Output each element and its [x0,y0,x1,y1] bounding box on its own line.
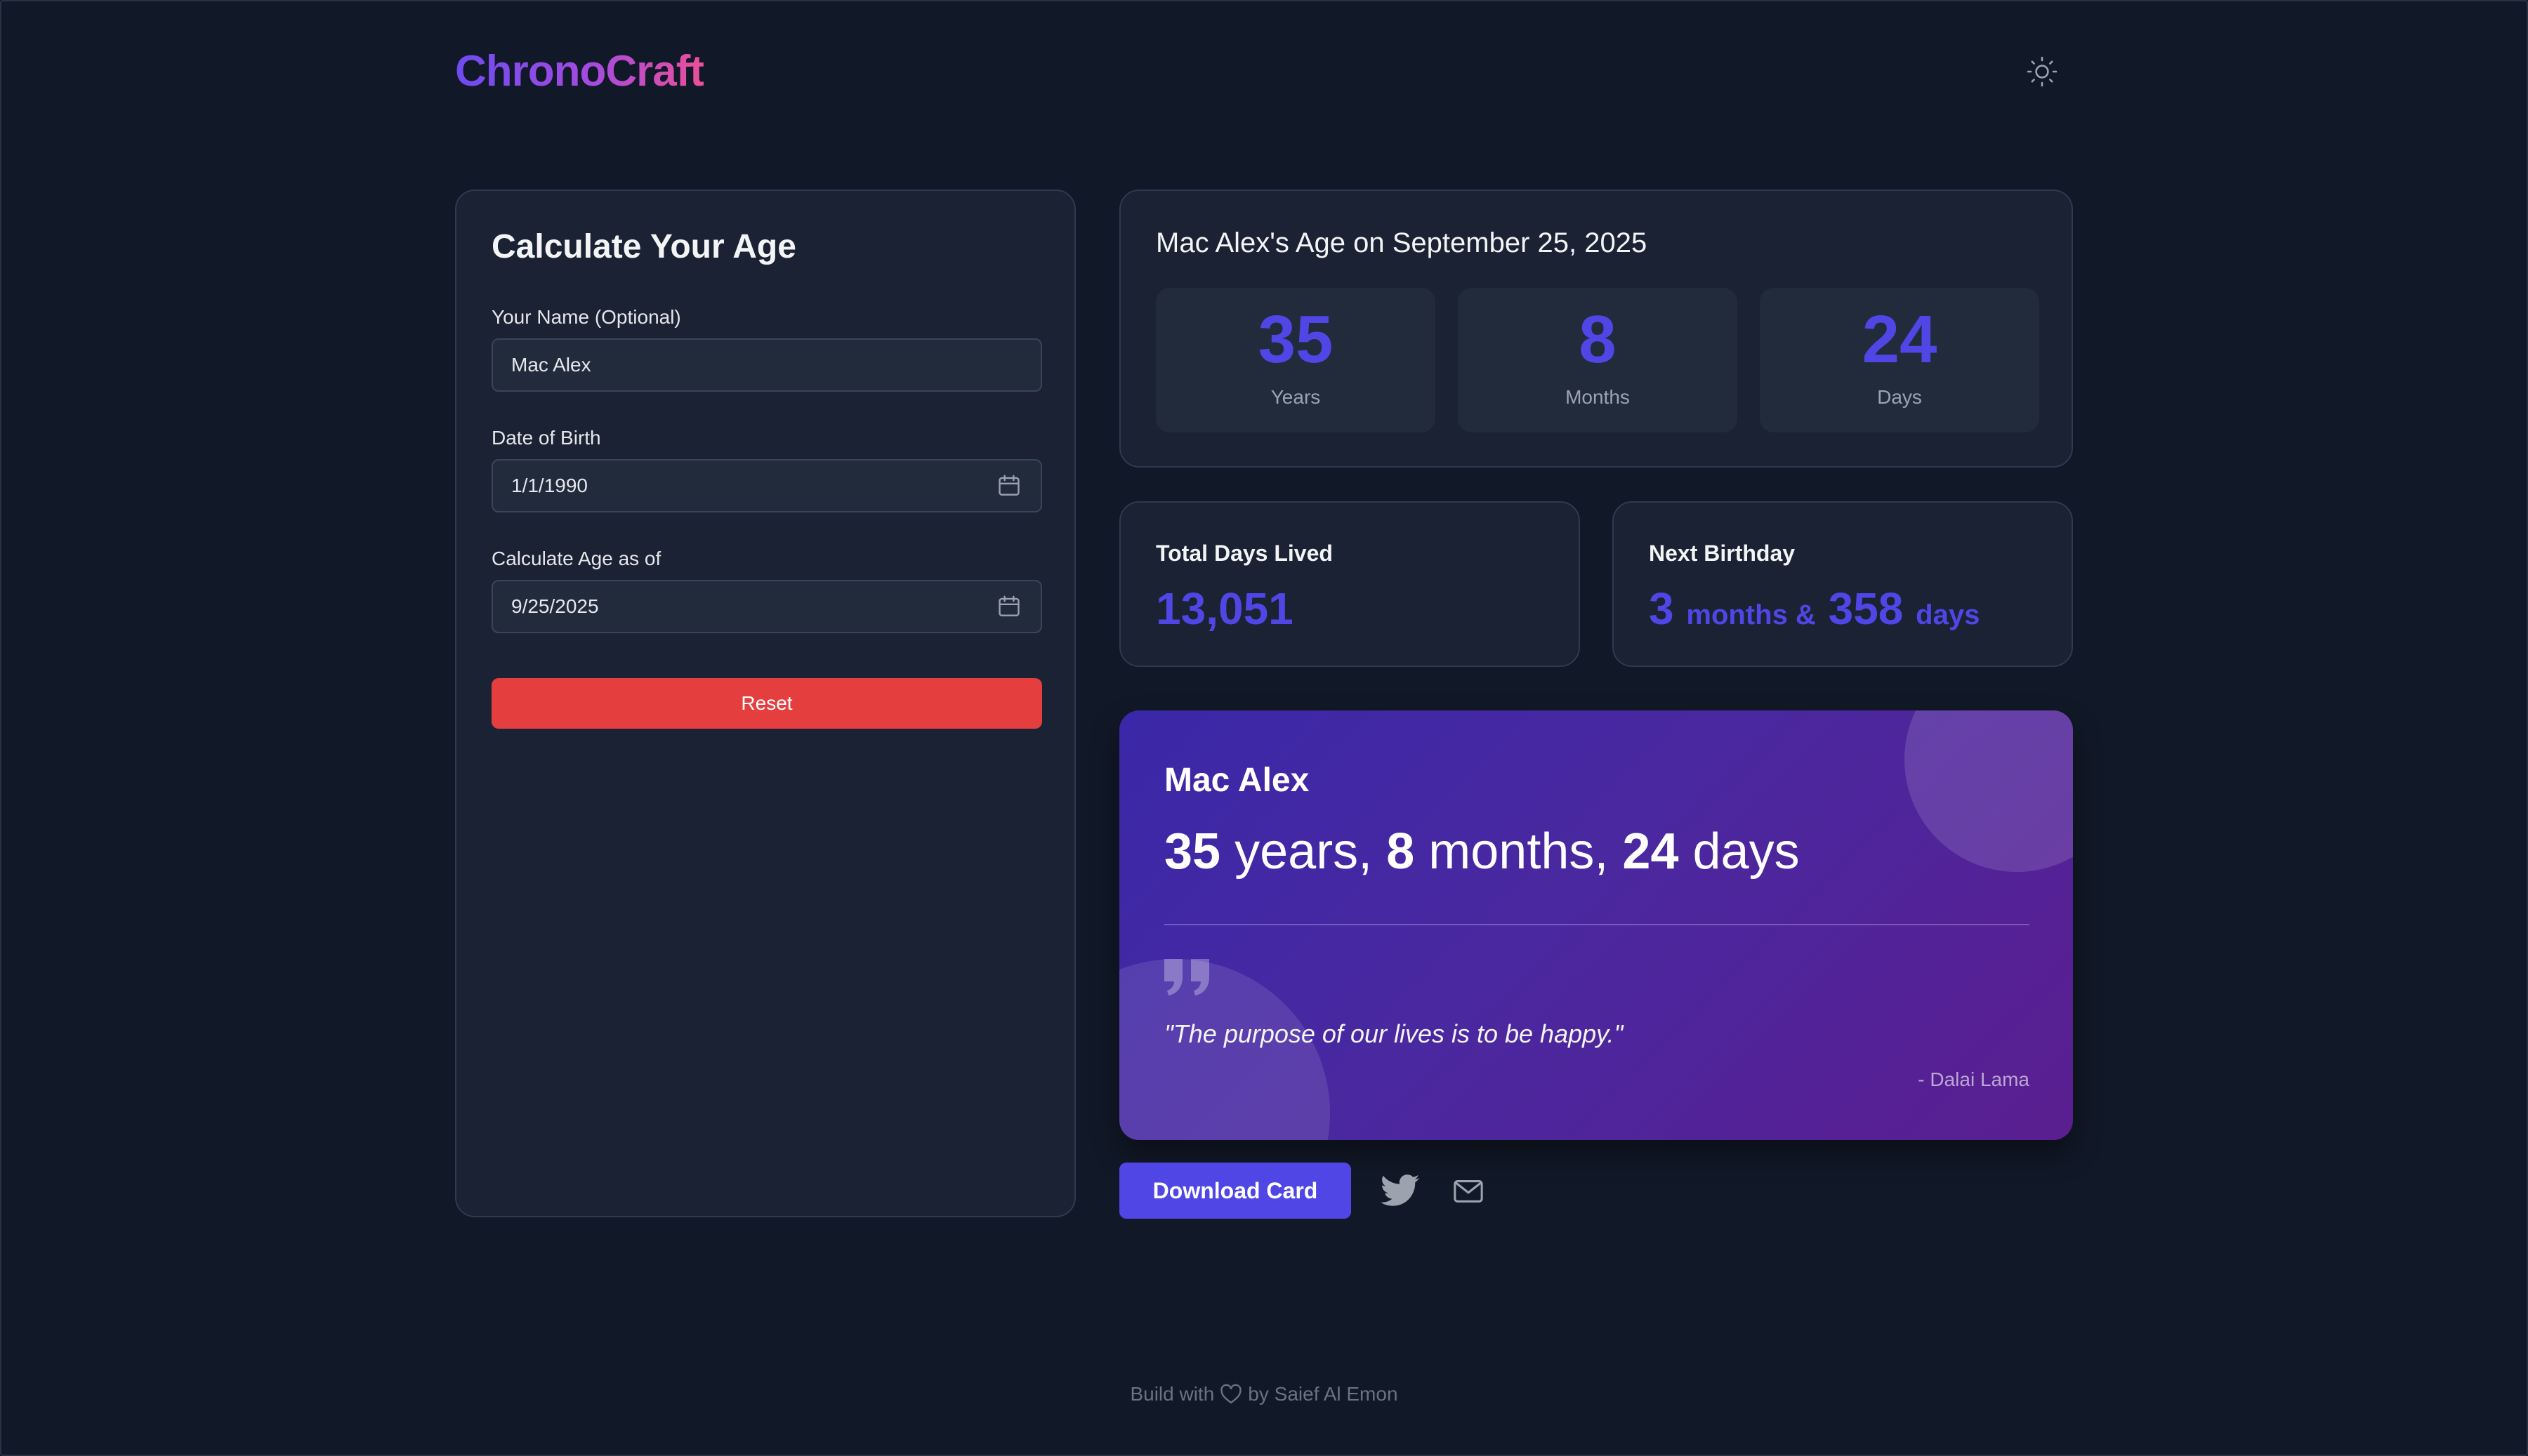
years-value: 35 [1258,302,1334,377]
next-birthday-days-unit: days [1916,600,1980,630]
share-months-unit: months, [1428,823,1609,880]
dob-label: Date of Birth [492,427,601,449]
months-stat: 8 Months [1458,288,1737,432]
decorative-circle [1904,710,2073,872]
age-result-title: Mac Alex's Age on September 25, 2025 [1156,227,1647,258]
next-birthday-title: Next Birthday [1649,541,1796,566]
age-form-card: Calculate Your Age Your Name (Optional) … [455,190,1076,1217]
months-value: 8 [1579,302,1617,377]
footer-prefix: Build with [1130,1383,1215,1405]
name-label: Your Name (Optional) [492,306,681,328]
dob-input-value: 1/1/1990 [511,475,588,496]
name-input-value: Mac Alex [511,354,591,376]
total-days-card: Total Days Lived 13,051 [1119,501,1580,667]
share-years-unit: years, [1235,823,1373,880]
asof-input-value: 9/25/2025 [511,595,599,617]
dob-input[interactable]: 1/1/1990 [492,459,1042,512]
footer: Build with by Saief Al Emon [0,1383,2528,1405]
total-days-value: 13,051 [1156,583,1293,634]
share-years: 35 [1164,823,1221,880]
name-input[interactable]: Mac Alex [492,338,1042,392]
twitter-icon[interactable] [1381,1174,1420,1207]
days-stat: 24 Days [1760,288,2039,432]
reset-button[interactable]: Reset [492,678,1042,729]
footer-suffix: by Saief Al Emon [1248,1383,1398,1405]
asof-label: Calculate Age as of [492,548,661,569]
total-days-title: Total Days Lived [1156,541,1333,566]
next-birthday-days: 358 [1828,583,1904,634]
days-label: Days [1877,386,1922,408]
form-title: Calculate Your Age [492,228,796,265]
quote-text: "The purpose of our lives is to be happy… [1164,1019,1624,1048]
download-card-button[interactable]: Download Card [1119,1163,1351,1219]
share-card-age: 35 years, 8 months, 24 days [1164,823,1800,880]
next-birthday-months: 3 [1649,583,1674,634]
share-days: 24 [1622,823,1679,880]
next-birthday-months-unit: months & [1686,600,1816,630]
years-stat: 35 Years [1156,288,1435,432]
quote-author: - Dalai Lama [1918,1068,2029,1090]
next-birthday-value: 3 months & 358 days [1649,583,1980,635]
days-value: 24 [1862,302,1937,377]
share-card: Mac Alex 35 years, 8 months, 24 days "Th… [1119,710,2073,1140]
share-months: 8 [1386,823,1415,880]
calendar-icon[interactable] [996,593,1022,620]
heart-icon [1220,1384,1242,1404]
mail-icon[interactable] [1452,1175,1484,1206]
calendar-icon[interactable] [996,472,1022,499]
sun-icon [2027,56,2058,87]
age-result-card: Mac Alex's Age on September 25, 2025 35 … [1119,190,2073,468]
share-card-name: Mac Alex [1164,762,1310,799]
share-days-unit: days [1692,823,1800,880]
next-birthday-card: Next Birthday 3 months & 358 days [1612,501,2073,667]
theme-toggle-button[interactable] [2025,55,2059,88]
asof-input[interactable]: 9/25/2025 [492,580,1042,633]
decorative-circle [1119,959,1330,1140]
share-divider [1164,924,2029,925]
years-label: Years [1270,386,1321,408]
app-logo[interactable]: ChronoCraft [455,46,704,96]
months-label: Months [1565,386,1630,408]
quote-icon [1164,959,1209,995]
